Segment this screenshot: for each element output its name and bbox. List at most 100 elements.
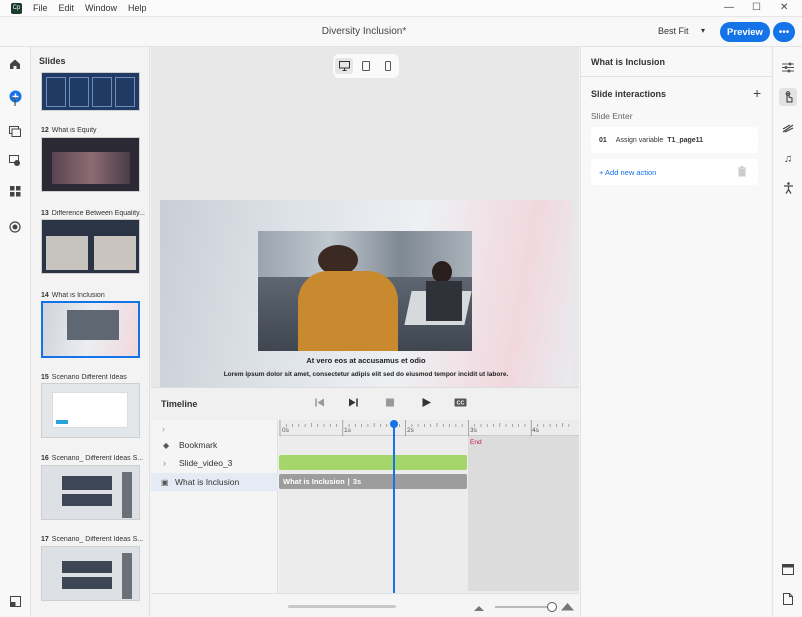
chevron-right-icon[interactable]: › <box>162 424 165 434</box>
layout-panel-icon[interactable] <box>779 560 797 578</box>
step-forward-icon[interactable] <box>348 397 359 411</box>
layer-label: What is Inclusion <box>175 477 240 487</box>
slide-thumbnail-16[interactable] <box>41 465 140 520</box>
svg-text:CC: CC <box>457 401 465 407</box>
layer-label: Bookmark <box>179 440 218 450</box>
zoom-slider-handle[interactable] <box>547 602 557 612</box>
slides-panel-title: Slides <box>39 56 66 66</box>
slide-thumbnail-14[interactable] <box>41 301 140 358</box>
closed-captions-icon[interactable]: CC <box>454 397 467 411</box>
timeline-layer-bookmark[interactable]: ◆ Bookmark <box>151 436 278 454</box>
slide-thumbnail-13[interactable] <box>41 219 140 274</box>
menu-window[interactable]: Window <box>85 3 117 13</box>
tablet-view-icon[interactable] <box>357 58 375 74</box>
mobile-view-icon[interactable] <box>379 58 397 74</box>
menu-edit[interactable]: Edit <box>59 3 75 13</box>
tick-label: 4s <box>532 427 539 434</box>
add-action-link[interactable]: + Add new action <box>599 168 656 177</box>
playhead-handle[interactable] <box>390 420 399 428</box>
media-icon[interactable] <box>7 123 23 139</box>
app-header: Diversity Inclusion* Best Fit ▾ Preview … <box>0 17 802 47</box>
slide-label-14: 14 What is Inclusion <box>41 292 105 299</box>
zoom-fit-select[interactable]: Best Fit <box>658 26 689 36</box>
app-logo-icon: Cp <box>11 2 22 14</box>
properties-icon[interactable] <box>779 58 797 76</box>
zoom-in-icon[interactable] <box>561 602 574 614</box>
slide-label-17: 17 Scenario_ Different Ideas S... <box>41 536 144 543</box>
zoom-out-icon[interactable] <box>474 603 494 611</box>
interactions-icon[interactable] <box>779 88 797 106</box>
audio-icon[interactable]: ♫ <box>779 150 797 168</box>
home-icon[interactable] <box>7 56 23 72</box>
slide-bar-duration: 3s <box>352 477 362 486</box>
action-text: Assign variable <box>615 136 664 144</box>
interactions-heading: Slide interactions <box>591 89 667 99</box>
device-preview-toggle <box>333 54 399 78</box>
horizontal-scrollbar[interactable] <box>288 605 396 608</box>
zoom-slider[interactable] <box>495 606 551 608</box>
timeline-panel: Timeline CC › ◆ Bookmark › Slide_video_3… <box>151 387 579 617</box>
timeline-layer-video[interactable]: › Slide_video_3 <box>151 454 278 472</box>
slide-canvas: At vero eos at accusamus et odio Lorem i… <box>151 47 579 387</box>
slide-bar-label: What is Inclusion <box>283 477 345 486</box>
video-clip-bar[interactable] <box>279 455 467 470</box>
panel-title: What is Inclusion <box>591 57 666 67</box>
timeline-title: Timeline <box>161 399 198 409</box>
widgets-icon[interactable] <box>7 183 23 199</box>
action-item[interactable]: 01 Assign variable T1_page11 <box>591 127 758 153</box>
stop-icon[interactable] <box>385 397 395 411</box>
add-interaction-button[interactable]: + <box>753 85 761 101</box>
slide-thumbnail-15[interactable] <box>41 383 140 438</box>
chevron-down-icon[interactable]: ▾ <box>701 26 705 35</box>
tick-label: 3s <box>470 427 477 434</box>
timeline-footer <box>151 593 579 617</box>
divider <box>581 76 772 77</box>
properties-panel: What is Inclusion Slide interactions + S… <box>580 47 772 616</box>
timeline-layer-slide[interactable]: ▣ What is Inclusion <box>151 473 278 491</box>
menu-file[interactable]: File <box>33 3 48 13</box>
maximize-button[interactable]: ☐ <box>752 2 761 13</box>
minimize-button[interactable]: — <box>724 2 734 13</box>
record-icon[interactable] <box>7 219 23 235</box>
slide-thumbnail-12[interactable] <box>41 137 140 192</box>
slide-icon: ▣ <box>161 477 169 487</box>
bookmark-icon: ◆ <box>163 440 170 450</box>
right-toolbar: ♫ <box>772 47 802 616</box>
timeline-track[interactable]: 0s 1s 2s 3s 4s End What is Inclusion | 3… <box>279 420 579 617</box>
step-back-icon[interactable] <box>314 397 325 411</box>
action-index: 01 <box>599 136 607 144</box>
accessibility-icon[interactable] <box>779 179 797 197</box>
slides-panel: Slides 12 What is Equity 13 Difference Bet… <box>31 47 150 616</box>
slide-image[interactable] <box>258 231 472 351</box>
slide-heading[interactable]: At vero eos at accusamus et odio <box>160 356 572 365</box>
event-label: Slide Enter <box>591 111 633 121</box>
play-icon[interactable] <box>421 397 432 411</box>
timeline-ruler[interactable]: 0s 1s 2s 3s 4s <box>279 420 579 436</box>
tick-label: 0s <box>282 427 289 434</box>
slide-duration-bar[interactable]: What is Inclusion | 3s <box>279 474 467 489</box>
slide-label-13: 13 Difference Between Equality... <box>41 210 145 217</box>
slide-thumbnail-11[interactable] <box>41 72 140 111</box>
add-action-row[interactable]: + Add new action <box>591 159 758 185</box>
tick-label: 2s <box>407 427 414 434</box>
document-icon[interactable] <box>779 590 797 608</box>
chevron-right-icon[interactable]: › <box>163 458 179 468</box>
slide-preview[interactable]: At vero eos at accusamus et odio Lorem i… <box>160 200 572 387</box>
slide-thumbnail-17[interactable] <box>41 546 140 601</box>
text-icon[interactable]: T <box>7 94 23 110</box>
preview-button[interactable]: Preview <box>720 22 770 42</box>
more-options-button[interactable]: ••• <box>773 22 795 42</box>
close-button[interactable]: ✕ <box>780 2 788 13</box>
slide-body-text[interactable]: Lorem ipsum dolor sit amet, consectetur … <box>160 371 572 378</box>
tick-label: 1s <box>344 427 351 434</box>
desktop-view-icon[interactable] <box>335 58 353 74</box>
timeline-layers: › ◆ Bookmark › Slide_video_3 ▣ What is I… <box>151 420 278 617</box>
end-marker-label: End <box>470 439 482 446</box>
animations-icon[interactable] <box>779 119 797 137</box>
interactive-media-icon[interactable] <box>7 153 23 169</box>
trash-icon[interactable] <box>737 166 747 179</box>
panel-toggle-icon[interactable] <box>7 593 23 609</box>
title-bar: Cp File Edit Window Help — ☐ ✕ <box>0 0 802 17</box>
playhead[interactable] <box>393 422 396 617</box>
menu-help[interactable]: Help <box>128 3 147 13</box>
